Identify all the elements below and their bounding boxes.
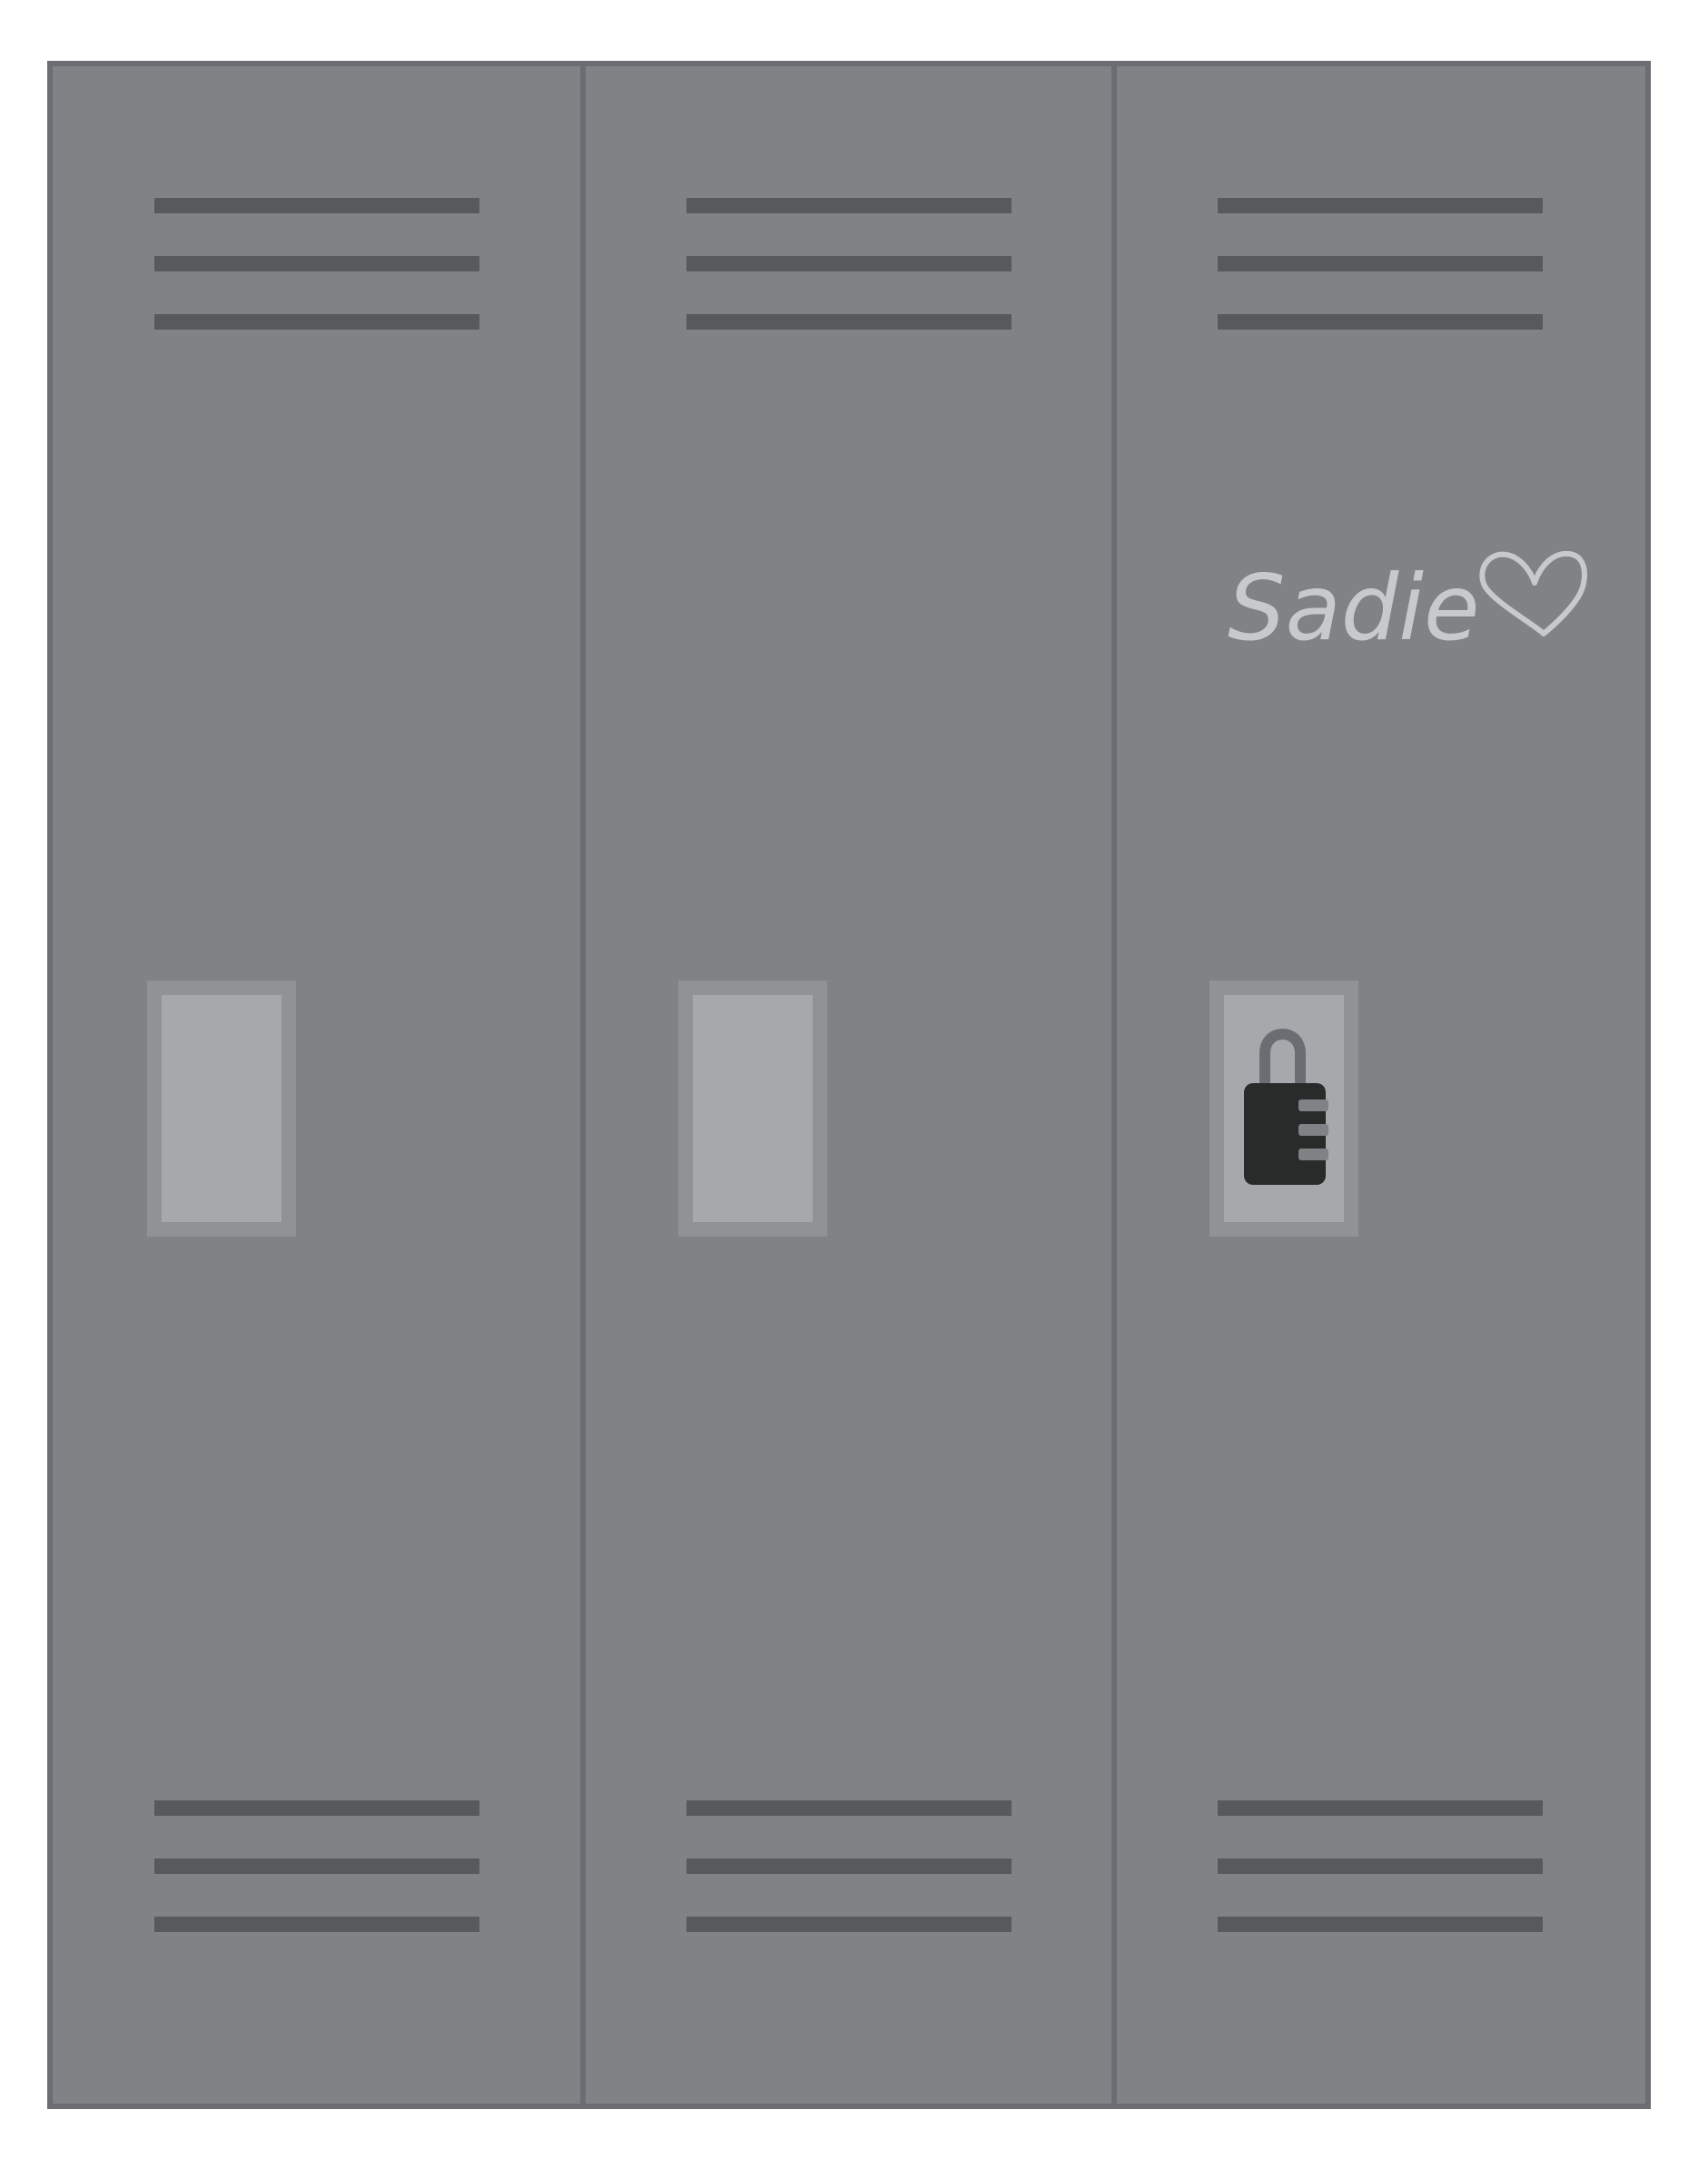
vent-slot: [686, 198, 1012, 213]
padlock-dial[interactable]: [1298, 1149, 1328, 1160]
locker-right[interactable]: Sadie: [1114, 66, 1645, 2104]
locker-left[interactable]: [53, 66, 583, 2104]
vent-slot: [1218, 314, 1543, 330]
locker-divider: [580, 66, 586, 2104]
locker-divider: [1111, 66, 1117, 2104]
vent-slot: [154, 1858, 479, 1874]
vent-slot: [1218, 1858, 1543, 1874]
vent-slot: [154, 314, 479, 330]
padlock-dial[interactable]: [1298, 1124, 1328, 1136]
locker-door-right[interactable]: [1114, 66, 1645, 2104]
vent-slot: [686, 1917, 1012, 1932]
handle-left[interactable]: [147, 981, 296, 1237]
padlock-dial[interactable]: [1298, 1099, 1328, 1111]
vent-slot: [154, 256, 479, 271]
vent-slot: [1218, 1800, 1543, 1816]
handwritten-name-text: Sadie: [1228, 555, 1480, 661]
handle-plate[interactable]: [693, 995, 813, 1222]
vent-slot: [154, 1917, 479, 1932]
handle-plate[interactable]: [162, 995, 281, 1222]
vent-slot: [1218, 198, 1543, 213]
vent-slot: [686, 314, 1012, 330]
vent-slot: [686, 1858, 1012, 1874]
handle-right[interactable]: [1209, 981, 1358, 1237]
vent-slot: [686, 1800, 1012, 1816]
handle-middle[interactable]: [678, 981, 827, 1237]
vent-slot: [154, 198, 479, 213]
locker-middle[interactable]: [583, 66, 1114, 2104]
locker-door-left[interactable]: [53, 66, 583, 2104]
locker-door-middle[interactable]: [583, 66, 1114, 2104]
vent-slot: [154, 1800, 479, 1816]
vent-slot: [1218, 1917, 1543, 1932]
vent-slot: [686, 256, 1012, 271]
vent-slot: [1218, 256, 1543, 271]
locker-bank-illustration: Sadie: [47, 61, 1651, 2109]
